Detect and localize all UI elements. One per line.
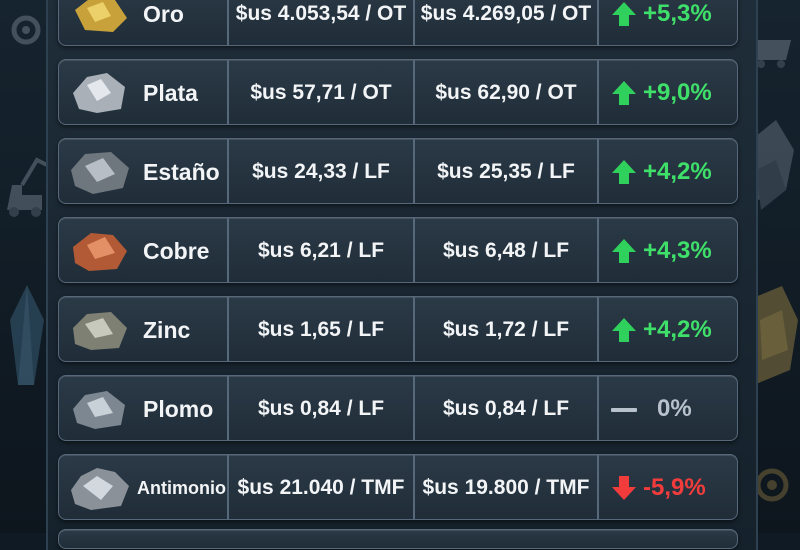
metal-name: Oro [143, 1, 184, 27]
price-current: $us 0,84 / LF [442, 397, 570, 420]
antimony-nugget-icon [71, 468, 129, 510]
change-percent: +4,2% [643, 316, 712, 343]
crystal-icon [10, 285, 44, 385]
gold-nugget-icon [75, 0, 127, 32]
price-current: $us 19.800 / TMF [422, 476, 590, 499]
metal-name: Plata [143, 80, 198, 106]
metal-name: Zinc [143, 317, 191, 343]
price-current: $us 4.269,05 / OT [420, 2, 592, 25]
change-cell: +9,0% [599, 60, 737, 126]
excavator-icon [7, 157, 48, 217]
arrow-down-icon [612, 476, 636, 500]
price-previous: $us 6,21 / LF [257, 239, 385, 262]
table-row: Zinc $us 1,65 / LF $us 1,72 / LF +4,2% [58, 296, 738, 362]
price-current: $us 62,90 / OT [435, 81, 577, 104]
price-current: $us 6,48 / LF [442, 239, 570, 262]
price-previous: $us 0,84 / LF [257, 397, 385, 420]
metal-name: Cobre [143, 238, 210, 264]
tin-nugget-icon [71, 152, 129, 194]
dash-icon [611, 408, 637, 412]
arrow-up-icon [612, 81, 636, 105]
change-percent: +4,2% [643, 158, 712, 185]
arrow-up-icon [612, 160, 636, 184]
table-row: Plomo $us 0,84 / LF $us 0,84 / LF 0% [58, 375, 738, 441]
arrow-up-icon [612, 239, 636, 263]
change-percent: +9,0% [643, 79, 712, 106]
change-cell: +5,3% [599, 0, 737, 47]
change-cell: -5,9% [599, 455, 737, 521]
change-cell: +4,2% [599, 297, 737, 363]
lead-nugget-icon [73, 391, 125, 429]
price-previous: $us 24,33 / LF [252, 160, 390, 183]
price-previous: $us 57,71 / OT [250, 81, 392, 104]
gear-icon [11, 15, 41, 45]
change-percent: +4,3% [643, 237, 712, 264]
copper-nugget-icon [73, 233, 127, 271]
change-cell: 0% [599, 376, 737, 442]
price-current: $us 25,35 / LF [437, 160, 575, 183]
zinc-nugget-icon [73, 312, 127, 350]
metal-name: Estaño [143, 159, 220, 185]
price-previous: $us 21.040 / TMF [237, 476, 405, 499]
table-row: Oro $us 4.053,54 / OT $us 4.269,05 / OT … [58, 0, 738, 46]
arrow-up-icon [612, 2, 636, 26]
table-row: Antimonio $us 21.040 / TMF $us 19.800 / … [58, 454, 738, 520]
price-previous: $us 4.053,54 / OT [235, 2, 407, 25]
change-cell: +4,3% [599, 218, 737, 284]
change-percent: +5,3% [643, 0, 712, 27]
arrow-up-icon [612, 318, 636, 342]
silver-nugget-icon [73, 73, 125, 113]
table-row-partial [58, 529, 738, 549]
price-previous: $us 1,65 / LF [257, 318, 385, 341]
change-cell: +4,2% [599, 139, 737, 205]
table-row: Plata $us 57,71 / OT $us 62,90 / OT +9,0… [58, 59, 738, 125]
table-row: Cobre $us 6,21 / LF $us 6,48 / LF +4,3% [58, 217, 738, 283]
metal-name: Antimonio [137, 478, 226, 498]
metal-name: Plomo [143, 396, 214, 422]
change-percent: 0% [657, 395, 692, 422]
table-row: Estaño $us 24,33 / LF $us 25,35 / LF +4,… [58, 138, 738, 204]
change-percent: -5,9% [643, 474, 706, 501]
price-current: $us 1,72 / LF [442, 318, 570, 341]
